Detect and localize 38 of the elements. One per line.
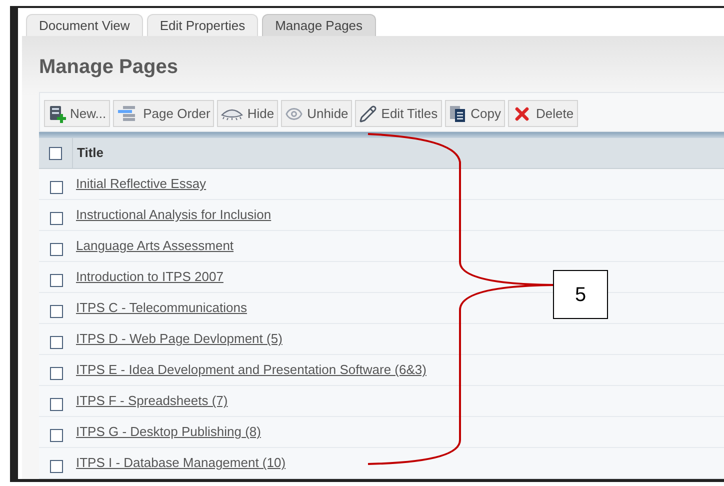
page-title-link[interactable]: ITPS E - Idea Development and Presentation Software (6&3) xyxy=(73,360,426,380)
toolbar-button[interactable]: Hide xyxy=(217,100,278,127)
tab[interactable]: Manage Pages xyxy=(262,14,376,36)
toolbar-button[interactable]: Copy xyxy=(444,100,505,127)
toolbar-button[interactable]: Edit Titles xyxy=(355,100,442,127)
checkbox[interactable] xyxy=(49,146,62,160)
page-title-link[interactable]: ITPS C - Telecommunications xyxy=(73,298,247,318)
pencil-icon xyxy=(359,104,378,122)
page-title-link[interactable]: ITPS G - Desktop Publishing (8) xyxy=(73,422,261,442)
checkbox[interactable] xyxy=(50,180,62,194)
toolbar-button[interactable]: Delete xyxy=(508,100,578,127)
page-title-link[interactable]: Language Arts Assessment xyxy=(73,236,234,256)
checkbox[interactable] xyxy=(50,242,62,256)
toolbar-button[interactable]: Page Order xyxy=(113,100,214,127)
tab[interactable]: Edit Properties xyxy=(146,14,258,36)
page-title-link[interactable]: Instructional Analysis for Inclusion xyxy=(73,205,272,225)
checkbox[interactable] xyxy=(50,460,62,472)
new-page-icon xyxy=(48,104,66,122)
toolbar-button[interactable]: New... xyxy=(44,100,110,127)
column-header[interactable]: Title xyxy=(73,143,104,163)
page-heading: Manage Pages xyxy=(39,55,179,80)
toolbar-button[interactable]: Unhide xyxy=(281,100,352,127)
page-title-link[interactable]: Initial Reflective Essay xyxy=(73,174,206,194)
closed-eye-icon xyxy=(221,106,244,120)
page-title-link[interactable]: ITPS D - Web Page Devlopment (5) xyxy=(73,329,282,349)
checkbox[interactable] xyxy=(50,366,62,380)
page-title-link[interactable]: ITPS F - Spreadsheets (7) xyxy=(73,391,228,411)
callout-number: 5 xyxy=(553,270,608,319)
checkbox[interactable] xyxy=(50,336,62,348)
checkbox[interactable] xyxy=(50,428,62,442)
checkbox[interactable] xyxy=(50,304,62,318)
checkbox[interactable] xyxy=(50,274,62,286)
tab[interactable]: Document View xyxy=(26,14,143,36)
checkbox[interactable] xyxy=(50,398,62,410)
checkbox[interactable] xyxy=(50,212,62,224)
page-title-link[interactable]: Introduction to ITPS 2007 xyxy=(73,267,224,287)
copy-icon xyxy=(448,104,467,122)
page-title-link[interactable]: ITPS I - Database Management (10) xyxy=(73,453,286,473)
